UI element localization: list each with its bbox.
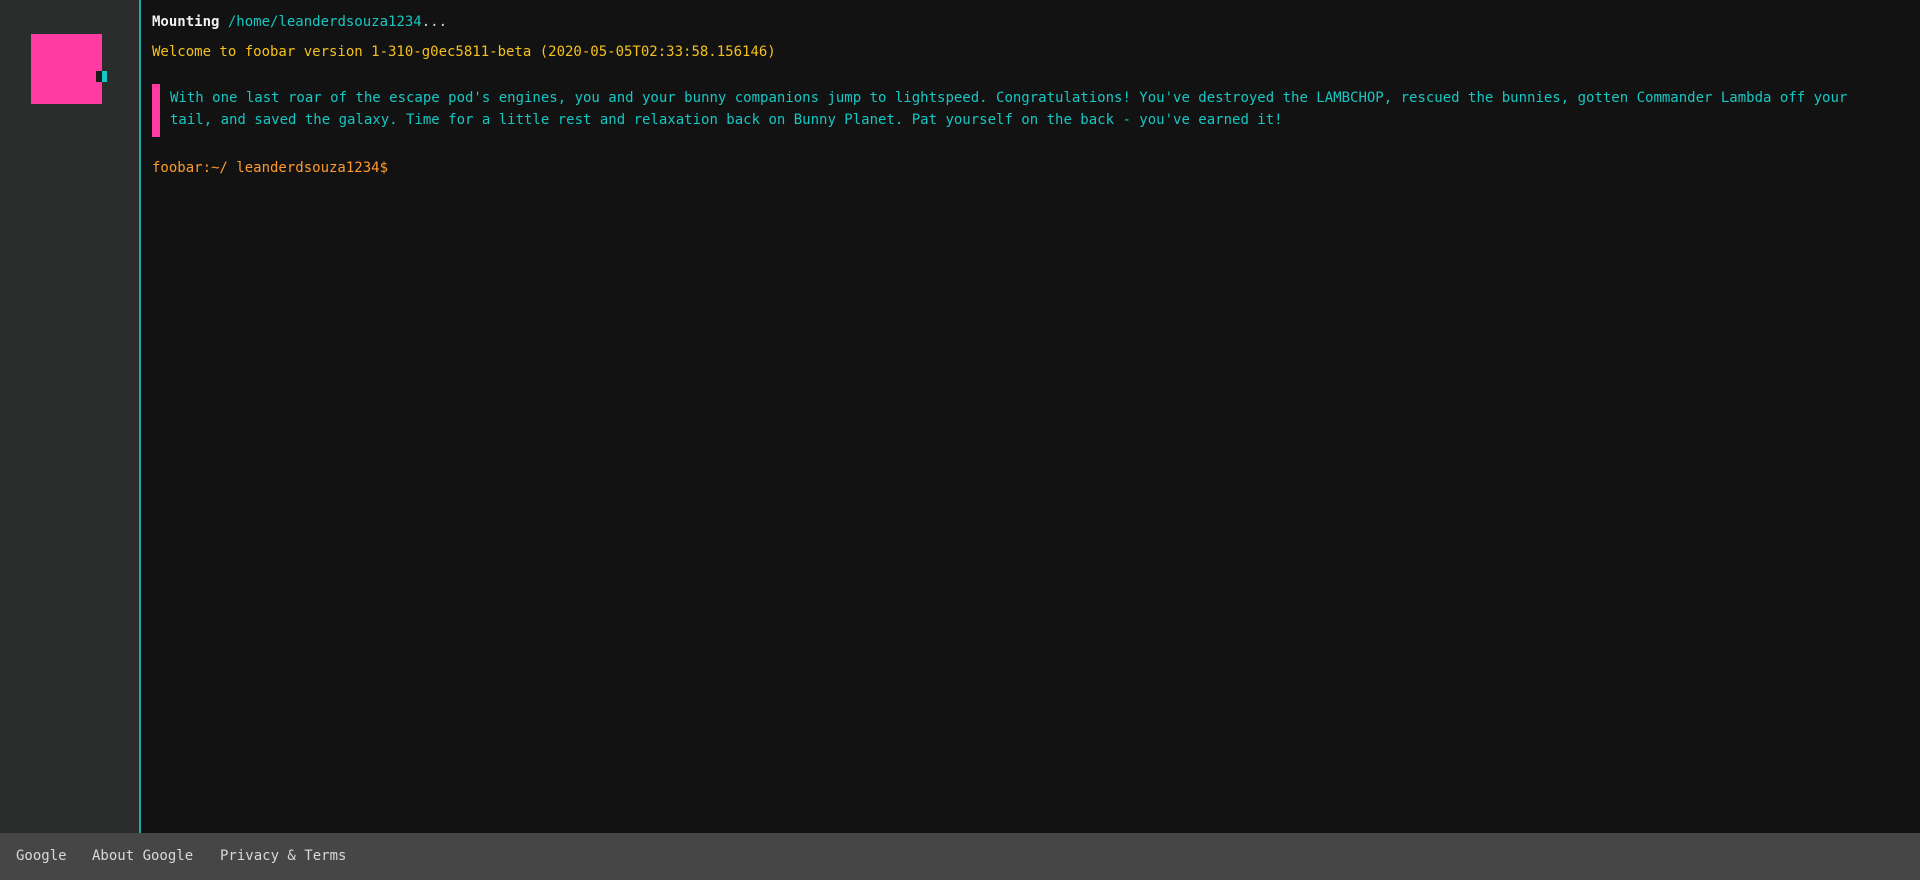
story-message-block: With one last roar of the escape pod's e… <box>152 84 1892 137</box>
mount-path: /home/leanderdsouza1234 <box>227 14 422 30</box>
story-accent-bar <box>152 84 160 137</box>
foobar-terminal-app: Mounting /home/leanderdsouza1234... Welc… <box>0 0 1920 880</box>
footer: Google About Google Privacy & Terms <box>0 833 1920 880</box>
mount-ellipsis: ... <box>421 14 448 30</box>
sidebar <box>0 0 141 833</box>
pink-square-avatar-icon <box>31 34 102 104</box>
command-prompt[interactable]: foobar:~/ leanderdsouza1234$ <box>152 157 388 179</box>
avatar-teal-marker-icon <box>102 71 107 82</box>
footer-link-about-google[interactable]: About Google <box>92 847 193 865</box>
terminal-window[interactable]: Mounting /home/leanderdsouza1234... Welc… <box>141 0 1920 833</box>
footer-link-privacy-terms[interactable]: Privacy & Terms <box>220 847 346 865</box>
mount-line: Mounting /home/leanderdsouza1234... <box>152 11 447 33</box>
footer-link-google[interactable]: Google <box>16 847 67 865</box>
welcome-message: Welcome to foobar version 1-310-g0ec5811… <box>152 44 776 60</box>
story-message: With one last roar of the escape pod's e… <box>170 90 1848 128</box>
mount-word: Mounting <box>152 14 220 30</box>
